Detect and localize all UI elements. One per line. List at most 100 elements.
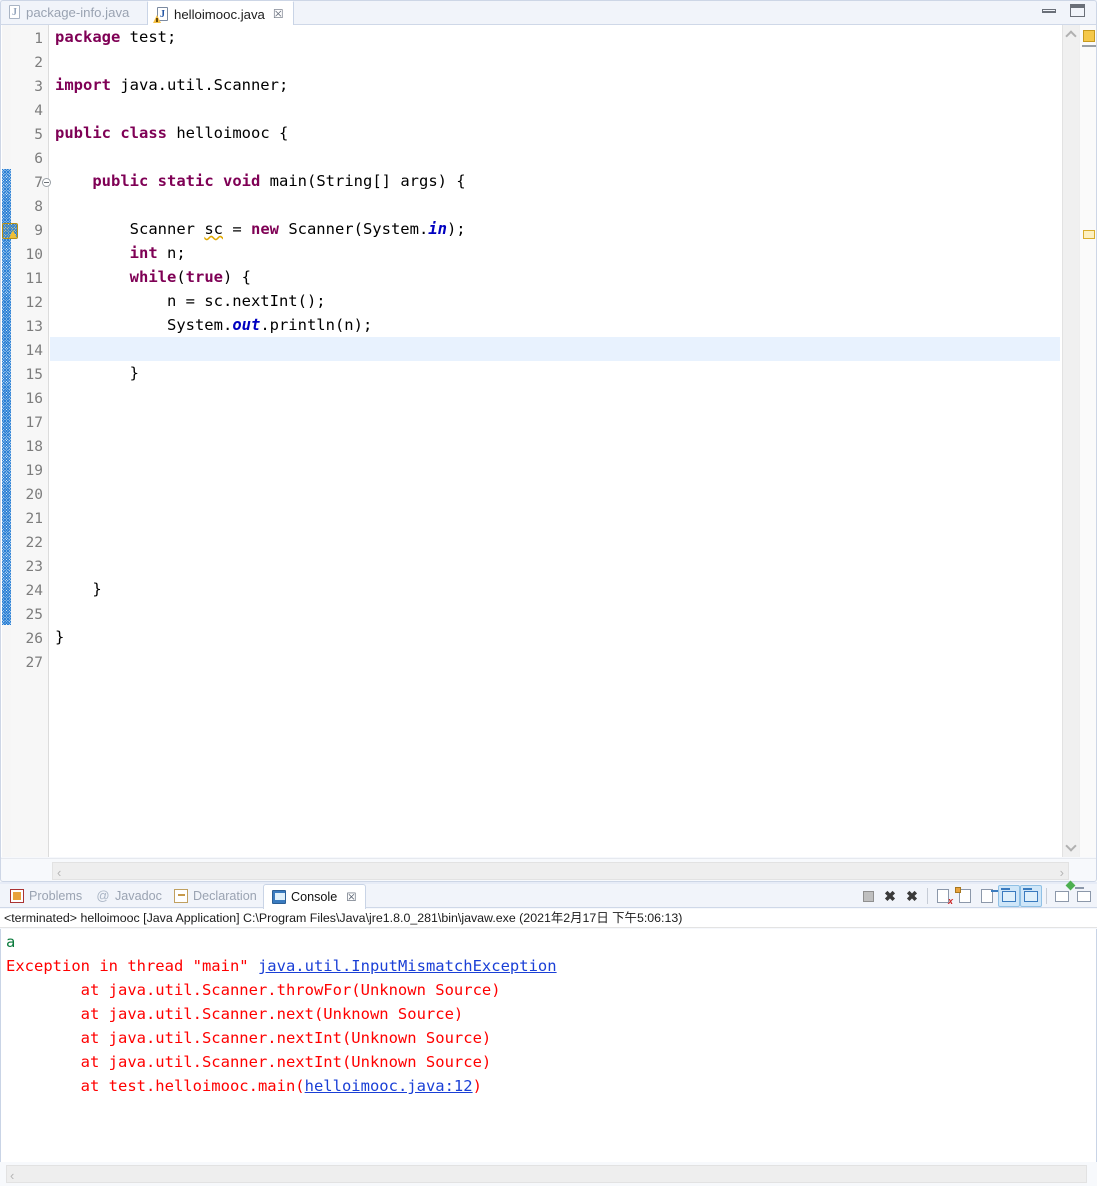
scroll-track[interactable]	[52, 862, 1069, 880]
console-output-line: at test.helloimooc.main(helloimooc.java:…	[1, 1074, 1096, 1098]
console-text: at java.util.Scanner.throwFor(Unknown So…	[6, 981, 501, 999]
code-line[interactable]: public static void main(String[] args) {	[50, 169, 1060, 193]
stack-trace-link[interactable]: helloimooc.java:12	[305, 1077, 473, 1095]
code-token: );	[446, 220, 466, 238]
terminate-button[interactable]	[857, 885, 879, 907]
code-line[interactable]	[50, 385, 1060, 409]
double-x-icon: ✖	[906, 887, 918, 904]
close-icon[interactable]: ☒	[273, 7, 284, 21]
line-number: 3	[34, 79, 43, 95]
console-horizontal-scrollbar[interactable]: ‹	[0, 1162, 1097, 1186]
code-token: }	[55, 628, 65, 646]
code-line[interactable]	[50, 49, 1060, 73]
line-number: 17	[25, 415, 43, 431]
scroll-right-icon[interactable]: ›	[1060, 865, 1064, 880]
code-line[interactable]: package test;	[50, 25, 1060, 49]
show-console-on-output-button[interactable]	[998, 885, 1020, 907]
editor-horizontal-scrollbar[interactable]: ‹ ›	[0, 858, 1097, 882]
code-line[interactable]	[50, 649, 1060, 673]
overview-ruler[interactable]	[1079, 25, 1096, 857]
stop-square-icon	[862, 890, 874, 902]
eclipse-window: J package-info.java J helloimooc.java ☒ …	[0, 0, 1097, 1186]
code-line[interactable]	[50, 601, 1060, 625]
scroll-lock-button[interactable]	[954, 885, 976, 907]
code-token: (	[176, 268, 186, 286]
code-line[interactable]	[50, 193, 1060, 217]
editor-vertical-scrollbar[interactable]	[1062, 25, 1079, 857]
line-number: 16	[25, 391, 43, 407]
console-output-line: at java.util.Scanner.throwFor(Unknown So…	[1, 978, 1096, 1002]
line-number: 13	[25, 319, 43, 335]
tab-javadoc[interactable]: @ Javadoc	[88, 884, 170, 908]
remove-all-terminated-button[interactable]: ✖	[901, 885, 923, 907]
scroll-track[interactable]	[6, 1165, 1087, 1183]
clear-console-button[interactable]: x	[932, 885, 954, 907]
display-selected-console-button[interactable]	[1073, 885, 1095, 907]
code-line[interactable]: Scanner sc = new Scanner(System.in);	[50, 217, 1060, 241]
code-token: n;	[157, 244, 186, 262]
code-line[interactable]	[50, 529, 1060, 553]
editor-tab-helloimooc[interactable]: J helloimooc.java ☒	[147, 0, 294, 27]
show-console-on-error-button[interactable]	[1020, 885, 1042, 907]
code-line[interactable]	[50, 505, 1060, 529]
code-text-area[interactable]: package test; import java.util.Scanner; …	[50, 25, 1060, 857]
code-line[interactable]	[50, 481, 1060, 505]
code-line[interactable]	[50, 97, 1060, 121]
console-text: at java.util.Scanner.nextInt(Unknown Sou…	[6, 1053, 492, 1071]
code-token: java.util.Scanner;	[111, 76, 289, 94]
code-line[interactable]: }	[50, 577, 1060, 601]
code-line[interactable]: int n;	[50, 241, 1060, 265]
clear-icon: x	[937, 889, 953, 906]
console-text: )	[472, 1077, 482, 1095]
line-number: 26	[25, 631, 43, 647]
maximize-icon[interactable]	[1070, 4, 1085, 17]
editor-tab-package-info[interactable]: J package-info.java	[0, 0, 138, 25]
code-line[interactable]: }	[50, 361, 1060, 385]
line-number: 12	[25, 295, 43, 311]
word-wrap-button[interactable]	[976, 885, 998, 907]
code-line[interactable]: n = sc.nextInt();	[50, 289, 1060, 313]
console-text: at test.helloimooc.main(	[6, 1077, 305, 1095]
tab-console[interactable]: Console ☒	[263, 884, 366, 909]
minimize-icon[interactable]	[1042, 8, 1056, 13]
code-line[interactable]	[50, 145, 1060, 169]
ruler-divider	[1082, 45, 1096, 47]
line-number: 15	[25, 367, 43, 383]
scroll-left-icon[interactable]: ‹	[57, 865, 61, 880]
code-line[interactable]	[50, 433, 1060, 457]
code-line[interactable]: while(true) {	[50, 265, 1060, 289]
pin-console-button[interactable]	[1051, 880, 1076, 907]
remove-launch-button[interactable]: ✖	[879, 885, 901, 907]
quick-fix-warning-icon[interactable]	[2, 223, 18, 239]
editor-stack: J package-info.java J helloimooc.java ☒ …	[0, 0, 1097, 882]
scroll-down-icon[interactable]	[1065, 840, 1077, 852]
console-tab-label: Console	[291, 890, 338, 904]
code-line[interactable]	[50, 337, 1060, 361]
line-number: 2	[34, 55, 43, 71]
console-toolbar: ✖ ✖ x	[857, 880, 1097, 908]
console-output-line: at java.util.Scanner.nextInt(Unknown Sou…	[1, 1026, 1096, 1050]
stack-trace-link[interactable]: java.util.InputMismatchException	[258, 957, 557, 975]
code-token: Scanner	[55, 220, 205, 238]
code-line[interactable]: import java.util.Scanner;	[50, 73, 1060, 97]
scroll-up-icon[interactable]	[1065, 30, 1077, 42]
console-output-line: a	[1, 930, 1096, 954]
line-number: 25	[25, 607, 43, 623]
code-line[interactable]: public class helloimooc {	[50, 121, 1060, 145]
code-token: import	[55, 76, 111, 94]
console-output[interactable]: a Exception in thread "main" java.util.In…	[0, 929, 1097, 1162]
close-icon[interactable]: ☒	[346, 890, 356, 904]
tab-problems[interactable]: Problems	[2, 884, 90, 908]
marker-summary-icon[interactable]	[1083, 30, 1095, 42]
code-line[interactable]	[50, 457, 1060, 481]
code-line[interactable]: System.out.println(n);	[50, 313, 1060, 337]
scroll-left-icon[interactable]: ‹	[10, 1168, 14, 1183]
code-editor[interactable]: 1 2 3 4 5 6 7 8 9 10 11 12 13 14 15 16 17 18 19 20 21 22 23 24 2…	[0, 25, 1097, 857]
code-line[interactable]: }	[50, 625, 1060, 649]
code-line[interactable]	[50, 553, 1060, 577]
code-line[interactable]	[50, 409, 1060, 433]
tab-declaration[interactable]: Declaration	[166, 884, 265, 908]
warning-marker[interactable]	[1083, 230, 1095, 239]
